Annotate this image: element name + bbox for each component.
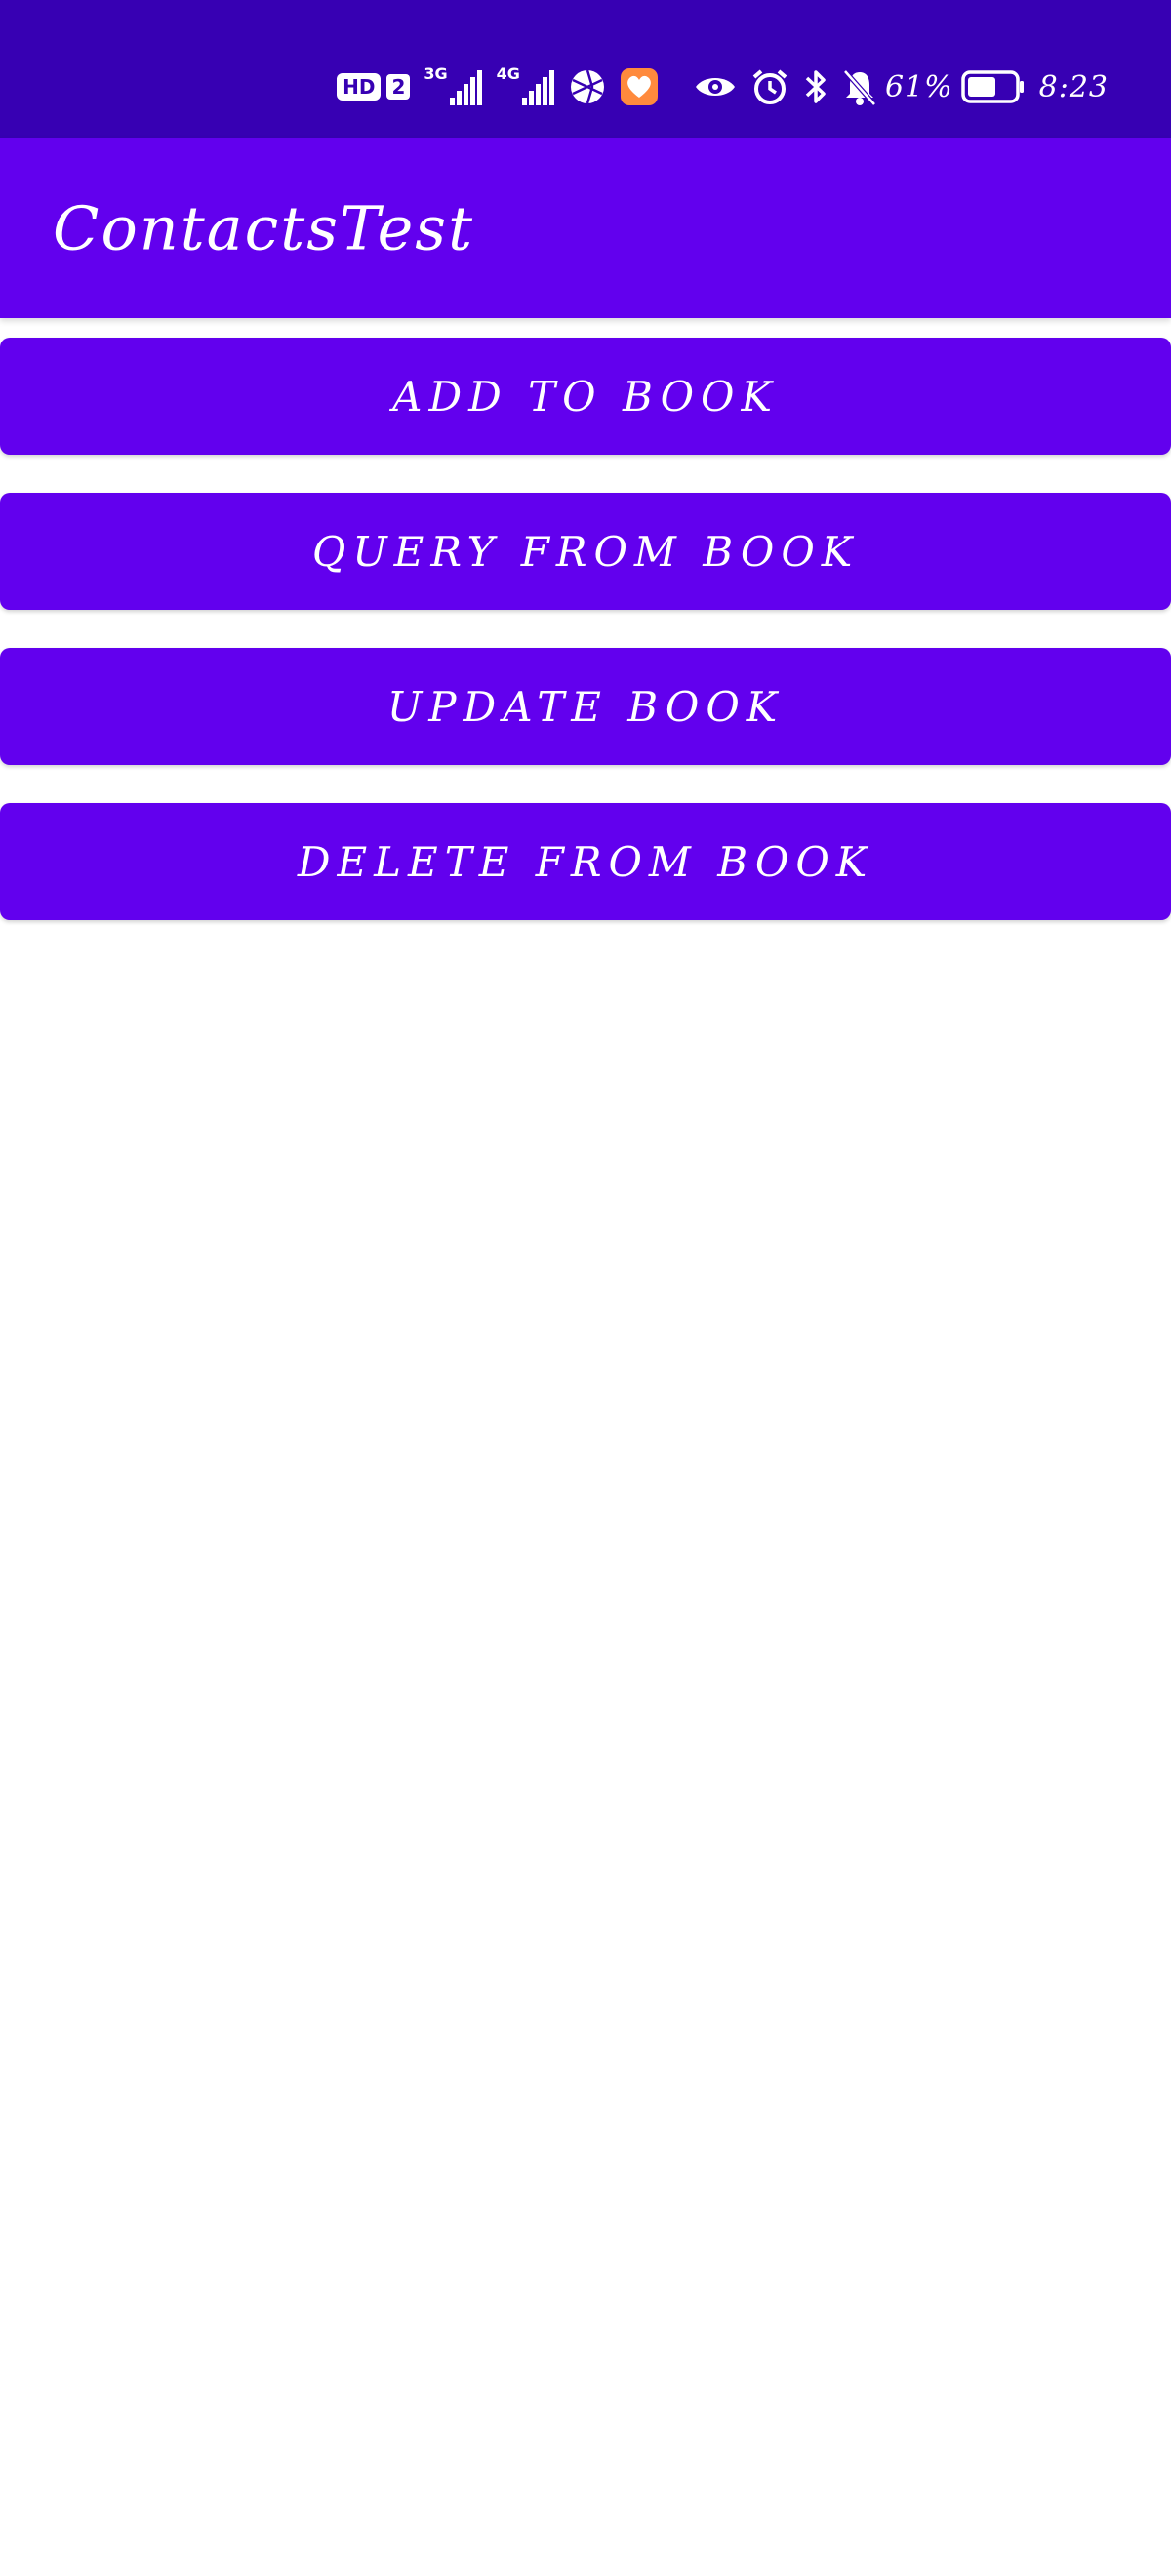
clock: 8:23 bbox=[1038, 69, 1109, 104]
battery-icon bbox=[960, 69, 1026, 104]
signal-3g-icon: 3G bbox=[424, 64, 482, 105]
update-book-button[interactable]: UPDATE BOOK bbox=[0, 648, 1171, 765]
app-bar: ContactsTest bbox=[0, 138, 1171, 318]
status-bar: HD 2 3G 4G 61% 8:23 bbox=[0, 0, 1171, 138]
signal-4g-icon: 4G bbox=[497, 64, 555, 105]
health-app-icon bbox=[620, 67, 659, 106]
bluetooth-icon bbox=[803, 67, 828, 106]
app-title: ContactsTest bbox=[53, 192, 474, 263]
delete-from-book-button[interactable]: DELETE FROM BOOK bbox=[0, 803, 1171, 920]
battery-percent: 61% bbox=[884, 69, 953, 104]
sim-2-icon: 2 bbox=[386, 74, 411, 100]
signal-4g-label: 4G bbox=[496, 63, 520, 83]
add-to-book-button[interactable]: ADD TO BOOK bbox=[0, 338, 1171, 455]
query-from-book-button[interactable]: QUERY FROM BOOK bbox=[0, 493, 1171, 610]
hd-icon: HD bbox=[337, 73, 382, 101]
eye-comfort-icon bbox=[694, 72, 737, 101]
browser-icon bbox=[569, 68, 606, 105]
alarm-icon bbox=[750, 67, 789, 106]
status-icons: HD 2 3G 4G 61% 8:23 bbox=[337, 60, 1109, 113]
mute-bell-icon bbox=[842, 67, 877, 106]
signal-3g-label: 3G bbox=[424, 63, 448, 83]
